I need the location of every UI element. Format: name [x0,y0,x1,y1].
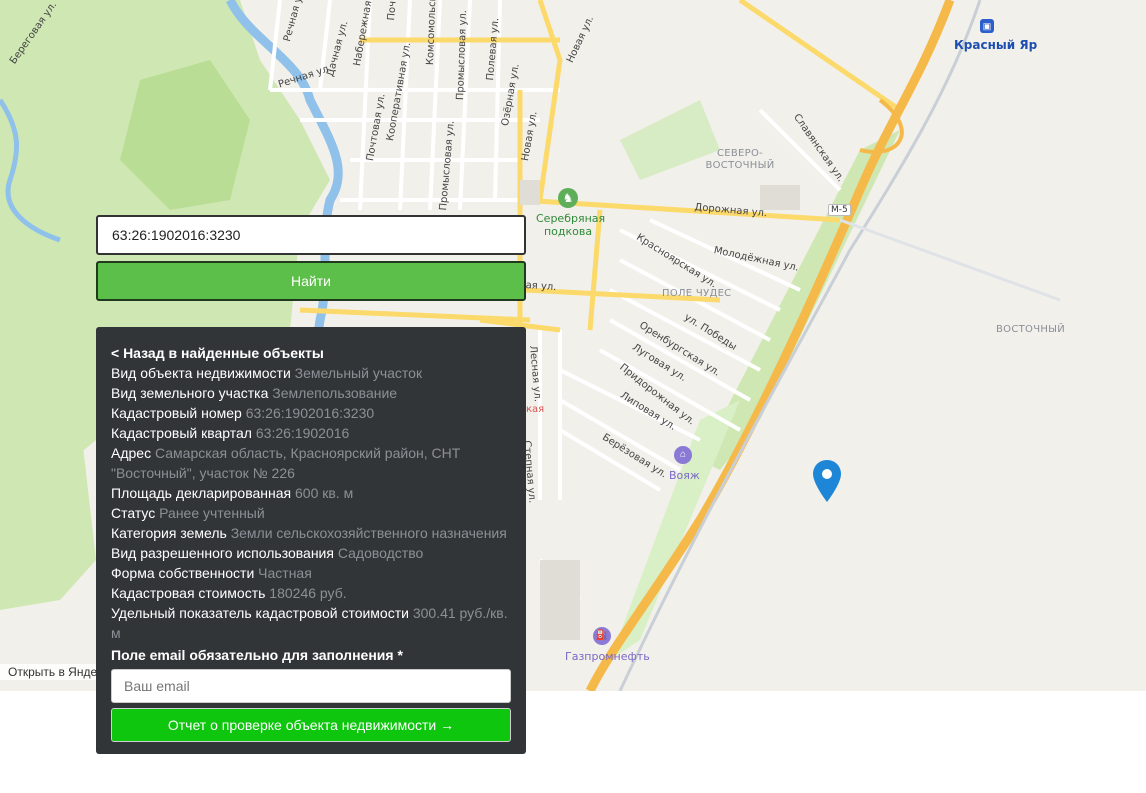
detail-label: Вид земельного участка [111,385,269,401]
details-list: Вид объекта недвижимости Земельный участ… [111,363,511,643]
find-button[interactable]: Найти [96,261,526,301]
object-details-panel: < Назад в найденные объекты Вид объекта … [96,327,526,754]
rail-station-icon[interactable]: ▣ [980,19,994,33]
street-label: ая ул. [525,280,557,294]
detail-value: 180246 руб. [269,585,347,601]
detail-row: Вид разрешенного использования Садоводст… [111,543,511,563]
city-label[interactable]: Красный Яр [954,38,1037,52]
area-label: СЕВЕРО-ВОСТОЧНЫЙ [705,148,775,171]
detail-label: Статус [111,505,156,521]
poi-label[interactable]: Вояж [669,469,700,482]
detail-row: Форма собственности Частная [111,563,511,583]
detail-label: Кадастровый номер [111,405,242,421]
detail-value: 600 кв. м [295,485,354,501]
detail-label: Кадастровая стоимость [111,585,266,601]
detail-value: Землепользование [272,385,398,401]
detail-label: Вид объекта недвижимости [111,365,291,381]
detail-label: Адрес [111,445,152,461]
map-pin-icon[interactable] [813,460,841,504]
horse-icon[interactable]: ♞ [558,188,578,208]
detail-row: Кадастровая стоимость 180246 руб. [111,583,511,603]
detail-value: Самарская область, Красноярский район, С… [111,445,461,481]
detail-label: Площадь декларированная [111,485,292,501]
report-button[interactable]: Отчет о проверке объекта недвижимости → [111,708,511,742]
detail-row: Категория земель Земли сельскохозяйствен… [111,523,511,543]
cadastral-search-input[interactable] [96,215,526,255]
building [760,185,800,210]
area-label: ПОЛЕ ЧУДЕС [662,288,732,299]
poi-label[interactable]: Газпромнефть [565,650,650,663]
street-label: Поч [386,0,399,21]
area-label: ВОСТОЧНЫЙ [996,324,1066,335]
forest-area [0,420,96,610]
detail-row: Кадастровый квартал 63:26:1902016 [111,423,511,443]
detail-value: Частная [258,565,312,581]
detail-row: Вид земельного участка Землепользование [111,383,511,403]
detail-row: Площадь декларированная 600 кв. м [111,483,511,503]
detail-row: Кадастровый номер 63:26:1902016:3230 [111,403,511,423]
fuel-icon[interactable]: ⛽ [593,627,611,645]
detail-row: Удельный показатель кадастровой стоимост… [111,603,511,643]
detail-row: Адрес Самарская область, Красноярский ра… [111,443,511,483]
detail-value: Садоводство [337,545,424,561]
back-to-results-link[interactable]: < Назад в найденные объекты [111,343,511,363]
hotel-icon[interactable]: ⌂ [674,446,692,464]
detail-label: Категория земель [111,525,227,541]
detail-row: Вид объекта недвижимости Земельный участ… [111,363,511,383]
detail-value: Ранее учтенный [159,505,265,521]
building [520,180,540,205]
detail-label: Вид разрешенного использования [111,545,334,561]
detail-value: 63:26:1902016 [255,425,350,441]
open-in-yandex-link[interactable]: Открыть в Янде [0,664,102,680]
detail-value: Земли сельскохозяйственного назначения [230,525,507,541]
detail-value: 63:26:1902016:3230 [245,405,375,421]
detail-label: Кадастровый квартал [111,425,252,441]
detail-label: Удельный показатель кадастровой стоимост… [111,605,409,621]
email-required-note: Поле email обязательно для заполнения * [111,647,403,663]
detail-label: Форма собственности [111,565,255,581]
building [540,560,580,640]
detail-value: Земельный участок [294,365,423,381]
road-badge: М-5 [828,204,851,216]
detail-row: Статус Ранее учтенный [111,503,511,523]
poi-label[interactable]: Серебряная подкова [536,212,605,238]
road-east [839,218,1061,302]
email-input[interactable] [111,669,511,703]
street-label: кая [526,404,545,415]
